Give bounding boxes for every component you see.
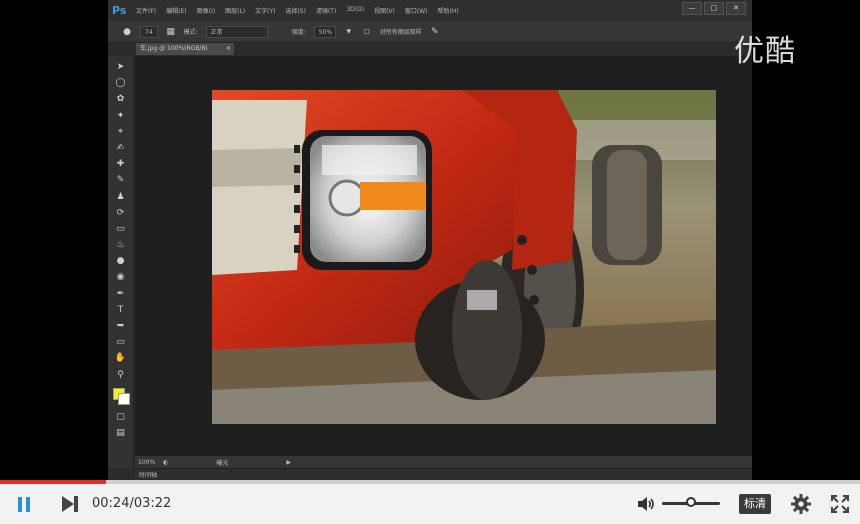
menu-view[interactable]: 视图(V) [374, 6, 395, 15]
menu-window[interactable]: 窗口(W) [405, 6, 428, 15]
menu-help[interactable]: 帮助(H) [438, 6, 459, 15]
pause-icon [18, 497, 22, 512]
pause-icon-bar [26, 497, 30, 512]
history-brush-tool-icon[interactable]: ⟳ [114, 206, 128, 220]
close-button[interactable]: ✕ [726, 2, 746, 15]
healing-brush-tool-icon[interactable]: ✚ [114, 157, 128, 171]
color-swatches[interactable] [112, 387, 130, 405]
settings-button[interactable] [790, 493, 812, 515]
menu-3d[interactable]: 3D(D) [346, 6, 364, 15]
magic-wand-tool-icon[interactable]: ✦ [114, 109, 128, 123]
document-title: 车.jpg @ 100%(RGB/8) [140, 45, 208, 52]
next-button[interactable] [60, 495, 80, 513]
gear-icon [791, 494, 811, 514]
fullscreen-icon [831, 495, 849, 513]
truck-photo[interactable] [212, 90, 716, 424]
clone-stamp-tool-icon[interactable]: ♟ [114, 190, 128, 204]
crop-tool-icon[interactable]: ⌖ [114, 125, 128, 139]
volume-slider-handle[interactable] [686, 497, 696, 507]
brush-size-picker[interactable]: 74 [140, 25, 158, 38]
paint-bucket-tool-icon[interactable]: ♨ [114, 238, 128, 252]
options-bar: ● 74 ▦ 模式: 正常 强度: 50% ▾ ☐ 对所有图层取样 ✎ [108, 21, 752, 43]
truck-photo-image [212, 90, 716, 424]
current-time: 00:24 [92, 496, 130, 511]
status-bar: 100% ◐ 曝光 ▶ [135, 456, 752, 468]
duration: 03:22 [133, 496, 172, 511]
time-display: 00:24/03:22 [92, 496, 171, 511]
canvas-area[interactable] [135, 56, 752, 456]
fullscreen-button[interactable] [830, 494, 850, 514]
background-color-swatch[interactable] [117, 392, 130, 405]
video-area[interactable]: Ps 文件(F) 编辑(E) 图像(I) 图层(L) 文字(Y) 选择(S) 滤… [0, 0, 860, 480]
menu-file[interactable]: 文件(F) [136, 6, 156, 15]
zoom-level[interactable]: 100% [138, 459, 155, 466]
zoom-tool-icon[interactable]: ⚲ [114, 368, 128, 382]
menu-image[interactable]: 图像(I) [197, 6, 215, 15]
type-tool-icon[interactable]: T [114, 303, 128, 317]
status-arrow-icon[interactable]: ▶ [286, 459, 291, 466]
strength-input[interactable]: 50% [313, 25, 336, 38]
hand-tool-icon[interactable]: ✋ [114, 351, 128, 365]
mode-select[interactable]: 正常 [205, 25, 268, 38]
maximize-button[interactable]: □ [704, 2, 724, 15]
lasso-tool-icon[interactable]: ✿ [114, 92, 128, 106]
ps-menu: 文件(F) 编辑(E) 图像(I) 图层(L) 文字(Y) 选择(S) 滤镜(T… [136, 6, 459, 15]
eyedropper-tool-icon[interactable]: ✍ [114, 141, 128, 155]
shape-tool-icon[interactable]: ▭ [114, 335, 128, 349]
minimize-button[interactable]: — [682, 2, 702, 15]
menu-edit[interactable]: 编辑(E) [166, 6, 186, 15]
window-buttons: — □ ✕ [682, 2, 746, 15]
dodge-tool-icon[interactable]: ◉ [114, 270, 128, 284]
timeline-panel-tab[interactable]: 时间轴 [135, 468, 752, 480]
menu-filter[interactable]: 滤镜(T) [316, 6, 336, 15]
pen-tool-icon[interactable]: ✒ [114, 287, 128, 301]
menu-select[interactable]: 选择(S) [285, 6, 306, 15]
status-label: 曝光 [216, 459, 229, 467]
checkbox-icon[interactable]: ☐ [362, 27, 372, 37]
dodge-tool-icon[interactable]: ● [122, 27, 132, 37]
chevron-down-icon[interactable]: ▾ [344, 27, 354, 37]
screen-mode-icon[interactable]: ▤ [114, 426, 128, 440]
brush-tool-icon[interactable]: ✎ [114, 173, 128, 187]
volume-button[interactable] [636, 494, 656, 514]
youku-watermark: 优酷 [734, 34, 796, 69]
eraser-tool-icon[interactable]: ▭ [114, 222, 128, 236]
timeline-label: 时间轴 [139, 472, 158, 479]
path-selection-tool-icon[interactable]: ➥ [114, 319, 128, 333]
menu-type[interactable]: 文字(Y) [255, 6, 275, 15]
ps-menubar: Ps 文件(F) 编辑(E) 图像(I) 图层(L) 文字(Y) 选择(S) 滤… [108, 0, 752, 21]
marquee-tool-icon[interactable]: ◯ [114, 76, 128, 90]
sample-all-layers-label: 对所有图层取样 [379, 29, 422, 36]
player-controls: 00:24/03:22 标清 [0, 484, 860, 524]
mode-label: 模式: [183, 29, 198, 36]
info-icon[interactable]: ◐ [163, 459, 168, 466]
pause-button[interactable] [14, 494, 36, 516]
pressure-pen-icon[interactable]: ✎ [430, 27, 440, 37]
strength-label: 强度: [291, 29, 306, 36]
menu-layer[interactable]: 图层(L) [225, 6, 245, 15]
photoshop-window: Ps 文件(F) 编辑(E) 图像(I) 图层(L) 文字(Y) 选择(S) 滤… [108, 0, 752, 480]
blur-tool-icon[interactable]: ● [114, 254, 128, 268]
close-tab-icon[interactable]: × [226, 43, 231, 55]
tools-panel: ➤ ◯ ✿ ✦ ⌖ ✍ ✚ ✎ ♟ ⟳ ▭ ♨ ● ◉ ✒ T ➥ ▭ ✋ ⚲ … [108, 56, 134, 468]
ps-logo: Ps [112, 3, 127, 17]
speaker-icon [638, 497, 654, 511]
move-tool-icon[interactable]: ➤ [114, 60, 128, 74]
quick-mask-icon[interactable]: ▢ [114, 410, 128, 424]
document-tab[interactable]: 车.jpg @ 100%(RGB/8) × [136, 43, 234, 55]
brush-panel-icon[interactable]: ▦ [166, 27, 176, 37]
skip-next-icon [62, 496, 78, 512]
quality-button[interactable]: 标清 [739, 494, 771, 514]
